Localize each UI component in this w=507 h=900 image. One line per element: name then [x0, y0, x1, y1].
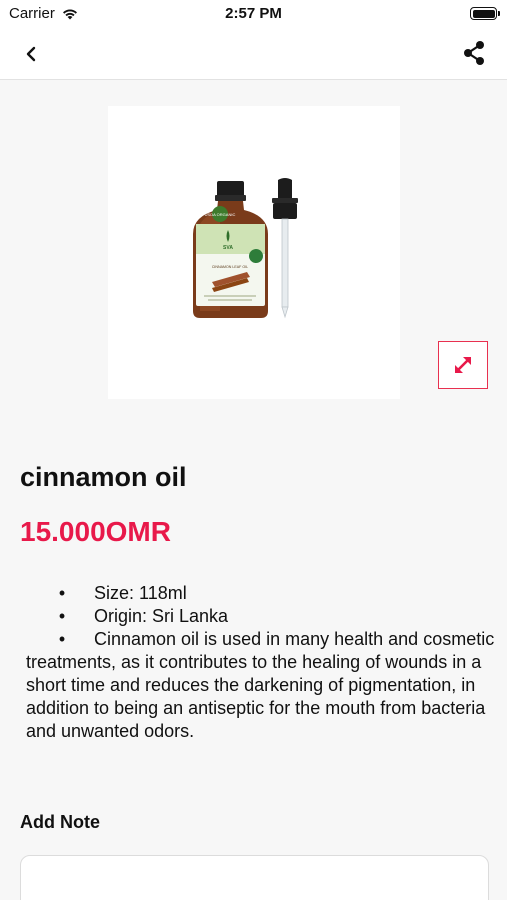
bullet-text: Cinnamon oil is used in many health and …	[26, 629, 495, 741]
product-title: cinnamon oil	[20, 462, 187, 492]
bullet-dot: •	[58, 629, 66, 649]
bullet-text: Origin: Sri Lanka	[94, 606, 229, 626]
chevron-left-icon	[26, 46, 36, 62]
product-description: • Size: 118ml • Origin: Sri Lanka • Cinnamo…	[26, 582, 496, 743]
expand-image-button[interactable]	[438, 341, 488, 389]
status-bar: Carrier 2:57 PM	[0, 0, 507, 28]
list-item: • Origin: Sri Lanka	[26, 605, 496, 628]
share-icon	[464, 41, 484, 65]
list-item: • Cinnamon oil is used in many health and…	[26, 628, 496, 743]
add-note-label: Add Note	[20, 812, 100, 832]
battery-icon	[470, 7, 500, 20]
list-item: • Size: 118ml	[26, 582, 496, 605]
status-time: 2:57 PM	[225, 5, 282, 22]
product-line-label: CINNAMON LEAF OIL	[212, 265, 248, 269]
bullet-text: Size: 118ml	[94, 583, 187, 603]
expand-arrows-icon	[455, 357, 471, 373]
product-price: 15.000OMR	[20, 516, 171, 547]
brand-label: SVA	[223, 245, 233, 251]
note-input[interactable]	[20, 855, 489, 900]
navigation-bar	[0, 28, 507, 80]
share-button[interactable]	[461, 39, 487, 67]
bullet-dot: •	[58, 583, 66, 603]
bullet-dot: •	[58, 606, 66, 626]
usda-badge: USDA ORGANIC	[205, 212, 236, 217]
back-button[interactable]	[16, 40, 46, 68]
oil-bottle-illustration: USDA ORGANIC SVA CINNAMON LEAF OIL	[193, 178, 298, 319]
product-image[interactable]: USDA ORGANIC SVA CINNAMON LEAF OIL	[108, 106, 400, 399]
